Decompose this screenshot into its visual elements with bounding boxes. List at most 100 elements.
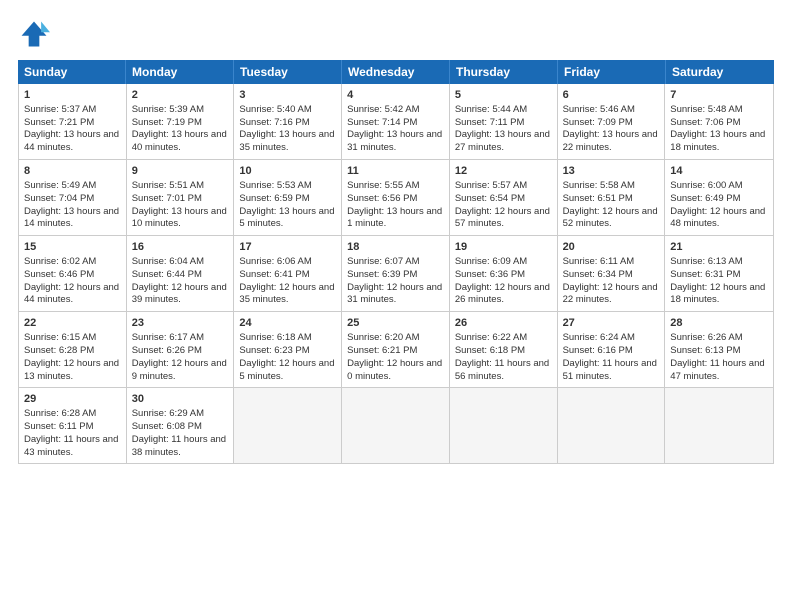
daylight: Daylight: 11 hours and 38 minutes. xyxy=(132,434,229,460)
sunrise: Sunrise: 6:04 AM xyxy=(132,256,229,269)
day-number: 6 xyxy=(563,88,660,103)
sunset: Sunset: 7:11 PM xyxy=(455,117,552,130)
sunset: Sunset: 6:41 PM xyxy=(239,269,336,282)
day-cell-29: 29Sunrise: 6:28 AMSunset: 6:11 PMDayligh… xyxy=(19,388,127,463)
daylight: Daylight: 12 hours and 52 minutes. xyxy=(563,206,660,232)
sunset: Sunset: 6:16 PM xyxy=(563,345,660,358)
sunset: Sunset: 6:26 PM xyxy=(132,345,229,358)
logo-icon xyxy=(18,18,50,50)
sunrise: Sunrise: 5:37 AM xyxy=(24,104,121,117)
daylight: Daylight: 13 hours and 10 minutes. xyxy=(132,206,229,232)
sunset: Sunset: 7:14 PM xyxy=(347,117,444,130)
day-cell-6: 6Sunrise: 5:46 AMSunset: 7:09 PMDaylight… xyxy=(558,84,666,159)
day-cell-5: 5Sunrise: 5:44 AMSunset: 7:11 PMDaylight… xyxy=(450,84,558,159)
day-number: 16 xyxy=(132,240,229,255)
sunrise: Sunrise: 6:07 AM xyxy=(347,256,444,269)
daylight: Daylight: 12 hours and 0 minutes. xyxy=(347,358,444,384)
sunset: Sunset: 6:13 PM xyxy=(670,345,768,358)
day-cell-empty xyxy=(342,388,450,463)
sunset: Sunset: 7:04 PM xyxy=(24,193,121,206)
day-cell-3: 3Sunrise: 5:40 AMSunset: 7:16 PMDaylight… xyxy=(234,84,342,159)
daylight: Daylight: 12 hours and 13 minutes. xyxy=(24,358,121,384)
sunset: Sunset: 6:23 PM xyxy=(239,345,336,358)
daylight: Daylight: 13 hours and 22 minutes. xyxy=(563,129,660,155)
daylight: Daylight: 11 hours and 51 minutes. xyxy=(563,358,660,384)
day-cell-30: 30Sunrise: 6:29 AMSunset: 6:08 PMDayligh… xyxy=(127,388,235,463)
day-header-tuesday: Tuesday xyxy=(234,60,342,84)
daylight: Daylight: 13 hours and 5 minutes. xyxy=(239,206,336,232)
daylight: Daylight: 11 hours and 47 minutes. xyxy=(670,358,768,384)
day-cell-empty xyxy=(234,388,342,463)
day-number: 22 xyxy=(24,316,121,331)
calendar-week-5: 29Sunrise: 6:28 AMSunset: 6:11 PMDayligh… xyxy=(19,388,773,463)
sunrise: Sunrise: 6:26 AM xyxy=(670,332,768,345)
sunrise: Sunrise: 5:53 AM xyxy=(239,180,336,193)
day-header-monday: Monday xyxy=(126,60,234,84)
day-number: 7 xyxy=(670,88,768,103)
day-number: 9 xyxy=(132,164,229,179)
day-cell-12: 12Sunrise: 5:57 AMSunset: 6:54 PMDayligh… xyxy=(450,160,558,235)
logo xyxy=(18,18,56,50)
sunrise: Sunrise: 5:49 AM xyxy=(24,180,121,193)
calendar-body: 1Sunrise: 5:37 AMSunset: 7:21 PM Daylight… xyxy=(19,84,773,463)
day-number: 30 xyxy=(132,392,229,407)
day-number: 13 xyxy=(563,164,660,179)
day-cell-24: 24Sunrise: 6:18 AMSunset: 6:23 PMDayligh… xyxy=(234,312,342,387)
day-number: 5 xyxy=(455,88,552,103)
day-cell-1: 1Sunrise: 5:37 AMSunset: 7:21 PMDaylight… xyxy=(19,84,127,159)
sunset: Sunset: 6:59 PM xyxy=(239,193,336,206)
day-cell-4: 4Sunrise: 5:42 AMSunset: 7:14 PMDaylight… xyxy=(342,84,450,159)
header xyxy=(18,18,774,50)
day-number: 21 xyxy=(670,240,768,255)
day-number: 20 xyxy=(563,240,660,255)
day-cell-19: 19Sunrise: 6:09 AMSunset: 6:36 PMDayligh… xyxy=(450,236,558,311)
day-number: 14 xyxy=(670,164,768,179)
day-number: 23 xyxy=(132,316,229,331)
day-cell-22: 22Sunrise: 6:15 AMSunset: 6:28 PMDayligh… xyxy=(19,312,127,387)
day-number: 25 xyxy=(347,316,444,331)
daylight: Daylight: 11 hours and 43 minutes. xyxy=(24,434,121,460)
day-number: 3 xyxy=(239,88,336,103)
sunrise: Sunrise: 6:22 AM xyxy=(455,332,552,345)
sunrise: Sunrise: 6:18 AM xyxy=(239,332,336,345)
daylight: Daylight: 12 hours and 22 minutes. xyxy=(563,282,660,308)
daylight: Daylight: 11 hours and 56 minutes. xyxy=(455,358,552,384)
day-cell-25: 25Sunrise: 6:20 AMSunset: 6:21 PMDayligh… xyxy=(342,312,450,387)
sunset: Sunset: 7:06 PM xyxy=(670,117,768,130)
day-number: 15 xyxy=(24,240,121,255)
day-cell-18: 18Sunrise: 6:07 AMSunset: 6:39 PMDayligh… xyxy=(342,236,450,311)
day-number: 17 xyxy=(239,240,336,255)
sunrise: Sunrise: 6:13 AM xyxy=(670,256,768,269)
day-cell-15: 15Sunrise: 6:02 AMSunset: 6:46 PMDayligh… xyxy=(19,236,127,311)
day-number: 24 xyxy=(239,316,336,331)
sunrise: Sunrise: 5:44 AM xyxy=(455,104,552,117)
sunrise: Sunrise: 6:11 AM xyxy=(563,256,660,269)
day-number: 27 xyxy=(563,316,660,331)
calendar-week-1: 1Sunrise: 5:37 AMSunset: 7:21 PM Daylight… xyxy=(19,84,773,160)
day-header-sunday: Sunday xyxy=(18,60,126,84)
day-cell-empty xyxy=(558,388,666,463)
day-cell-27: 27Sunrise: 6:24 AMSunset: 6:16 PMDayligh… xyxy=(558,312,666,387)
day-cell-14: 14Sunrise: 6:00 AMSunset: 6:49 PMDayligh… xyxy=(665,160,773,235)
sunset: Sunset: 7:21 PM xyxy=(24,117,121,130)
calendar-week-3: 15Sunrise: 6:02 AMSunset: 6:46 PMDayligh… xyxy=(19,236,773,312)
calendar-header: SundayMondayTuesdayWednesdayThursdayFrid… xyxy=(18,60,774,84)
page: SundayMondayTuesdayWednesdayThursdayFrid… xyxy=(0,0,792,612)
calendar-week-4: 22Sunrise: 6:15 AMSunset: 6:28 PMDayligh… xyxy=(19,312,773,388)
sunset: Sunset: 7:01 PM xyxy=(132,193,229,206)
day-number: 1 xyxy=(24,88,121,103)
daylight: Daylight: 13 hours and 14 minutes. xyxy=(24,206,121,232)
day-number: 18 xyxy=(347,240,444,255)
day-number: 29 xyxy=(24,392,121,407)
sunset: Sunset: 6:21 PM xyxy=(347,345,444,358)
day-header-friday: Friday xyxy=(558,60,666,84)
day-header-thursday: Thursday xyxy=(450,60,558,84)
day-number: 28 xyxy=(670,316,768,331)
sunrise: Sunrise: 6:24 AM xyxy=(563,332,660,345)
calendar: SundayMondayTuesdayWednesdayThursdayFrid… xyxy=(18,60,774,602)
day-header-saturday: Saturday xyxy=(666,60,774,84)
sunrise: Sunrise: 6:06 AM xyxy=(239,256,336,269)
day-cell-2: 2Sunrise: 5:39 AMSunset: 7:19 PMDaylight… xyxy=(127,84,235,159)
sunrise: Sunrise: 5:48 AM xyxy=(670,104,768,117)
day-cell-21: 21Sunrise: 6:13 AMSunset: 6:31 PMDayligh… xyxy=(665,236,773,311)
